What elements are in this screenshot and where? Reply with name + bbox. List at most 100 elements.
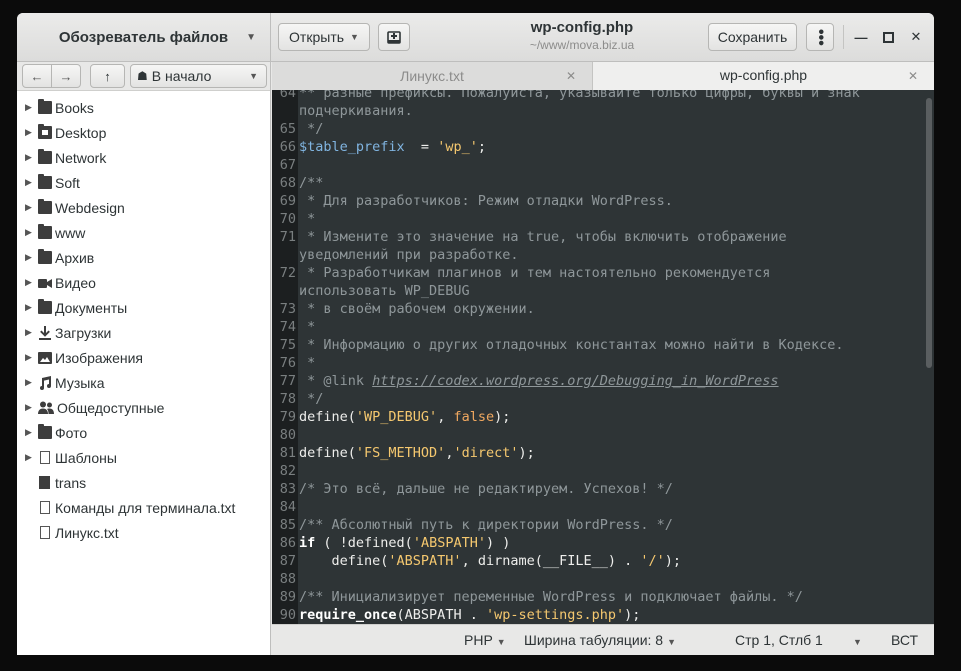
code-line[interactable]: * xyxy=(299,210,929,228)
sidebar-item[interactable]: ▶ Общедоступные xyxy=(17,395,270,420)
tab-width-label: Ширина табуляции: 8 xyxy=(524,632,664,648)
code-line[interactable]: if ( !defined('ABSPATH') ) xyxy=(299,534,929,552)
minimize-icon[interactable]: — xyxy=(850,26,872,48)
music-icon xyxy=(38,376,52,390)
back-button[interactable]: ← xyxy=(22,64,52,88)
document-tabs: Линукс.txt ✕ wp-config.php ✕ xyxy=(272,62,934,90)
expander-arrow-icon[interactable]: ▶ xyxy=(25,202,34,213)
folder-icon xyxy=(38,299,52,314)
new-document-button[interactable] xyxy=(378,23,410,51)
sidebar-item[interactable]: ▶ Документы xyxy=(17,295,270,320)
sidebar-item[interactable]: ▶ Изображения xyxy=(17,345,270,370)
save-button-label: Сохранить xyxy=(717,29,788,45)
code-line[interactable]: */ xyxy=(299,390,929,408)
cursor-position[interactable]: Стр 1, Стлб 1 xyxy=(735,632,823,648)
expander-arrow-icon[interactable]: ▶ xyxy=(25,377,34,388)
code-line[interactable]: * xyxy=(299,354,929,372)
code-line[interactable]: * в своём рабочем окружении. xyxy=(299,300,929,318)
sidebar-item-label: Загрузки xyxy=(55,324,112,341)
expander-arrow-icon[interactable]: ▶ xyxy=(25,152,34,163)
text-file-icon xyxy=(40,526,50,539)
tab-width-selector[interactable]: Ширина табуляции: 8 ▼ xyxy=(524,632,676,648)
line-number: 80 xyxy=(279,427,296,443)
tab-wp-config-php[interactable]: wp-config.php ✕ xyxy=(593,62,934,90)
sidebar-item[interactable]: ▶ Network xyxy=(17,145,270,170)
forward-button[interactable]: → xyxy=(51,64,81,88)
code-line[interactable]: ** разные префиксы. Пожалуйста, указывай… xyxy=(299,90,929,102)
expander-arrow-icon[interactable]: ▶ xyxy=(25,102,34,113)
code-line[interactable]: define('WP_DEBUG', false); xyxy=(299,408,929,426)
expander-arrow-icon[interactable]: ▶ xyxy=(25,352,34,363)
language-selector[interactable]: PHP ▼ xyxy=(464,632,506,648)
expander-arrow-icon[interactable]: ▶ xyxy=(25,327,34,338)
new-document-icon xyxy=(387,30,401,44)
code-line[interactable]: использовать WP_DEBUG xyxy=(299,282,929,300)
side-panel-selector[interactable]: Обозреватель файлов ▼ xyxy=(17,13,271,61)
sidebar-item[interactable]: ▶ Фото xyxy=(17,420,270,445)
sidebar-item[interactable]: ▶ Soft xyxy=(17,170,270,195)
folder-icon xyxy=(38,424,52,439)
close-icon[interactable]: ✕ xyxy=(566,69,576,83)
header-bar: Обозреватель файлов ▼ Открыть ▼ wp-confi… xyxy=(17,13,934,62)
chevron-down-icon: ▼ xyxy=(496,637,506,647)
sidebar-item[interactable]: ▶ Загрузки xyxy=(17,320,270,345)
code-line[interactable]: * Для разработчиков: Режим отладки WordP… xyxy=(299,192,929,210)
code-line[interactable]: $table_prefix = 'wp_'; xyxy=(299,138,929,156)
expander-arrow-icon[interactable]: ▶ xyxy=(25,302,34,313)
open-button[interactable]: Открыть ▼ xyxy=(278,23,370,51)
code-line[interactable]: * Информацию о других отладочных констан… xyxy=(299,336,929,354)
sidebar-item[interactable]: ▶ Видео xyxy=(17,270,270,295)
sidebar-item[interactable]: trans xyxy=(17,470,270,495)
code-line[interactable]: * xyxy=(299,318,929,336)
code-line[interactable]: /** Абсолютный путь к директории WordPre… xyxy=(299,516,929,534)
sidebar-item[interactable]: ▶ Books xyxy=(17,95,270,120)
expander-arrow-icon[interactable]: ▶ xyxy=(25,427,34,438)
sidebar-item-label: Фото xyxy=(55,424,88,441)
code-line[interactable]: /* Это всё, дальше не редактируем. Успех… xyxy=(299,480,929,498)
code-line[interactable]: * Разработчикам плагинов и тем настоятел… xyxy=(299,264,929,282)
position-menu[interactable]: ▼ xyxy=(853,632,862,648)
code-line[interactable]: /** xyxy=(299,174,929,192)
editor-scrollbar[interactable] xyxy=(926,98,932,368)
expander-arrow-icon[interactable]: ▶ xyxy=(25,402,34,413)
insert-mode[interactable]: ВСТ xyxy=(891,632,918,648)
code-line[interactable]: define('ABSPATH', dirname(__FILE__) . '/… xyxy=(299,552,929,570)
menu-button[interactable]: ••• xyxy=(806,23,834,51)
sidebar-item[interactable]: ▶ Desktop xyxy=(17,120,270,145)
code-line[interactable]: */ xyxy=(299,120,929,138)
sidebar-item[interactable]: Линукс.txt xyxy=(17,520,270,545)
expander-arrow-icon[interactable]: ▶ xyxy=(25,127,34,138)
code-line[interactable]: уведомлений при разработке. xyxy=(299,246,929,264)
sidebar-item[interactable]: ▶ Webdesign xyxy=(17,195,270,220)
expander-arrow-icon[interactable]: ▶ xyxy=(25,227,34,238)
code-line[interactable]: require_once(ABSPATH . 'wp-settings.php'… xyxy=(299,606,929,624)
line-number: 66 xyxy=(279,139,296,155)
sidebar-item[interactable]: Команды для терминала.txt xyxy=(17,495,270,520)
expander-arrow-icon[interactable]: ▶ xyxy=(25,277,34,288)
file-icon xyxy=(39,476,50,489)
line-number: 75 xyxy=(279,337,296,353)
maximize-icon[interactable] xyxy=(877,26,899,48)
code-line[interactable]: define('FS_METHOD','direct'); xyxy=(299,444,929,462)
sidebar-item[interactable]: ▶ Шаблоны xyxy=(17,445,270,470)
expander-arrow-icon[interactable]: ▶ xyxy=(25,452,34,463)
sidebar-item[interactable]: ▶ Музыка xyxy=(17,370,270,395)
location-selector[interactable]: ☗ В начало ▼ xyxy=(130,64,267,88)
location-label: В начало xyxy=(151,68,212,84)
tab-linux-txt[interactable]: Линукс.txt ✕ xyxy=(272,62,593,90)
close-icon[interactable]: ✕ xyxy=(908,69,918,83)
code-line[interactable]: * Измените это значение на true, чтобы в… xyxy=(299,228,929,246)
sidebar-item[interactable]: ▶ Архив xyxy=(17,245,270,270)
code-line[interactable]: * @link https://codex.wordpress.org/Debu… xyxy=(299,372,929,390)
line-number: 81 xyxy=(279,445,296,461)
code-line[interactable]: подчеркивания. xyxy=(299,102,929,120)
save-button[interactable]: Сохранить xyxy=(708,23,797,51)
code-line[interactable]: /** Инициализирует переменные WordPress … xyxy=(299,588,929,606)
expander-arrow-icon[interactable]: ▶ xyxy=(25,252,34,263)
sidebar-item[interactable]: ▶ www xyxy=(17,220,270,245)
folder-icon xyxy=(38,224,52,239)
code-editor[interactable]: 64 ** разные префиксы. Пожалуйста, указыв… xyxy=(272,90,934,624)
expander-arrow-icon[interactable]: ▶ xyxy=(25,177,34,188)
up-button[interactable]: ↑ xyxy=(90,64,125,88)
close-icon[interactable]: ✕ xyxy=(905,26,927,48)
